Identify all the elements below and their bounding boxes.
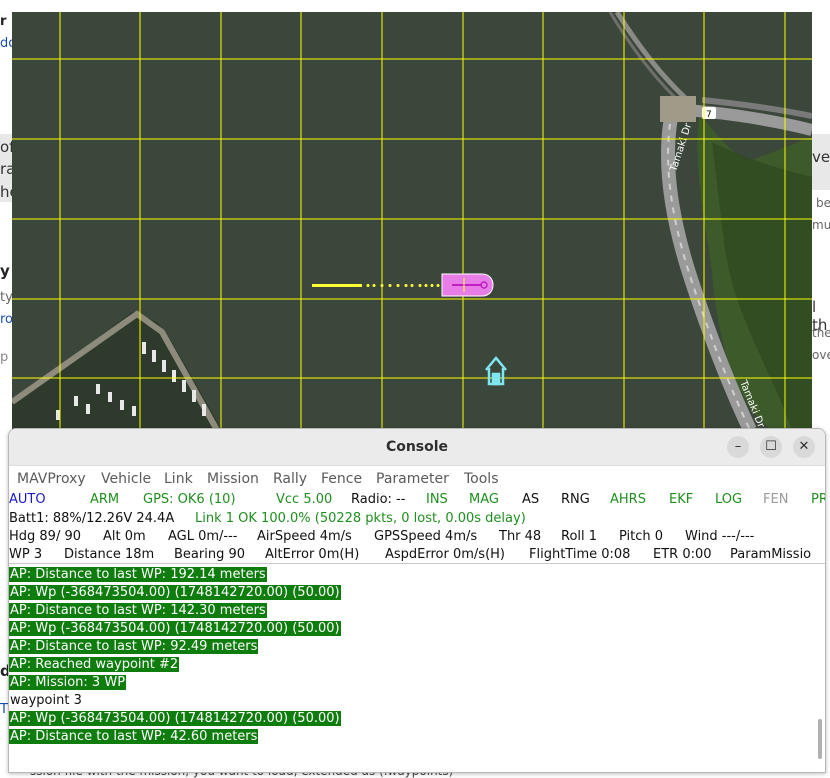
status-parammission: ParamMissio: [730, 547, 812, 562]
status-distance: Distance 18m: [64, 547, 155, 562]
status-alt: Alt 0m: [103, 529, 146, 544]
log-line-text: AP: Distance to last WP: 142.30 meters: [9, 603, 267, 618]
menu-rally[interactable]: Rally: [273, 471, 307, 487]
log-line: AP: Distance to last WP: 92.49 meters: [9, 638, 809, 656]
log-line-text: AP: Wp (-368473504.00) (1748142720.00) (…: [9, 585, 341, 600]
map-pier: [660, 96, 696, 122]
map-view[interactable]: 7 Tamaki Dr Tamaki Dr: [12, 12, 812, 430]
svg-text:7: 7: [706, 110, 712, 120]
status-ins: INS: [426, 492, 448, 507]
status-aspderror: AspdError 0m/s(H): [385, 547, 505, 562]
status-fen: FEN: [763, 492, 789, 507]
status-ahrs: AHRS: [610, 492, 646, 507]
bg-fragment: the: [812, 326, 830, 340]
bg-fragment: r: [0, 14, 7, 29]
menu-parameter[interactable]: Parameter: [376, 471, 449, 487]
bg-fragment: T: [0, 702, 8, 717]
log-line: AP: Distance to last WP: 142.30 meters: [9, 602, 809, 620]
console-titlebar[interactable]: Console – ☐ ✕: [9, 429, 825, 466]
status-pitch: Pitch 0: [619, 529, 664, 544]
log-line: AP: Mission: 3 WP: [9, 674, 809, 692]
status-gpsspeed: GPSSpeed 4m/s: [374, 529, 478, 544]
console-menubar: MAVProxy Vehicle Link Mission Rally Fenc…: [9, 466, 825, 492]
bg-fragment: vel: [812, 148, 830, 166]
maximize-button[interactable]: ☐: [760, 436, 782, 458]
log-line: AP: Distance to last WP: 192.14 meters: [9, 566, 809, 584]
console-log[interactable]: AP: Distance to last WP: 192.14 meters A…: [9, 566, 809, 746]
log-line: AP: Wp (-368473504.00) (1748142720.00) (…: [9, 710, 809, 728]
bg-fragment: y: [0, 262, 10, 280]
menu-link[interactable]: Link: [164, 471, 193, 487]
menu-vehicle[interactable]: Vehicle: [101, 471, 151, 487]
menu-mavproxy[interactable]: MAVProxy: [17, 471, 86, 487]
close-button[interactable]: ✕: [793, 436, 815, 458]
status-rng: RNG: [561, 492, 590, 507]
log-line-text: AP: Wp (-368473504.00) (1748142720.00) (…: [9, 711, 341, 726]
log-line-text: AP: Wp (-368473504.00) (1748142720.00) (…: [9, 621, 341, 636]
log-line: AP: Wp (-368473504.00) (1748142720.00) (…: [9, 584, 809, 602]
status-roll: Roll 1: [561, 529, 598, 544]
status-link: Link 1 OK 100.0% (50228 pkts, 0 lost, 0.…: [195, 511, 526, 526]
minimize-button[interactable]: –: [727, 436, 749, 458]
status-bearing: Bearing 90: [174, 547, 246, 562]
status-throttle: Thr 48: [499, 529, 542, 544]
log-line-text: AP: Distance to last WP: 92.49 meters: [9, 639, 259, 654]
status-airspeed: AirSpeed 4m/s: [257, 529, 352, 544]
status-vcc: Vcc 5.00: [276, 492, 333, 507]
log-line-text: waypoint 3: [10, 693, 82, 708]
log-line: waypoint 3: [9, 692, 809, 710]
status-ekf: EKF: [669, 492, 694, 507]
log-line-text: AP: Distance to last WP: 192.14 meters: [9, 567, 267, 582]
bg-fragment: ty: [0, 290, 13, 305]
map-canvas[interactable]: 7 Tamaki Dr Tamaki Dr: [12, 12, 812, 430]
status-heading: Hdg 89/ 90: [9, 529, 82, 544]
status-etr: ETR 0:00: [653, 547, 712, 562]
status-log: LOG: [715, 492, 743, 507]
bg-fragment: mu: [812, 218, 830, 232]
status-arm: ARM: [90, 492, 120, 507]
console-window[interactable]: Console – ☐ ✕ MAVProxy Vehicle Link Miss…: [8, 428, 826, 773]
menu-tools[interactable]: Tools: [464, 471, 499, 487]
bg-fragment: be: [816, 196, 830, 210]
log-line-text: AP: Distance to last WP: 42.60 meters: [9, 729, 259, 744]
status-alterror: AltError 0m(H): [265, 547, 360, 562]
bg-fragment: p: [0, 350, 9, 365]
menu-fence[interactable]: Fence: [321, 471, 362, 487]
status-flighttime: FlightTime 0:08: [529, 547, 631, 562]
log-scrollbar[interactable]: [818, 719, 822, 759]
bg-fragment: ove: [812, 348, 830, 362]
console-divider: [9, 563, 825, 564]
menu-mission[interactable]: Mission: [207, 471, 259, 487]
log-line: AP: Reached waypoint #2: [9, 656, 809, 674]
status-radio: Radio: --: [351, 492, 406, 507]
status-battery: Batt1: 88%/12.26V 24.4A: [9, 511, 175, 526]
status-wind: Wind ---/---: [685, 529, 755, 544]
log-line-text: AP: Reached waypoint #2: [9, 657, 180, 672]
console-title: Console: [385, 439, 449, 455]
vehicle-boat-icon[interactable]: [441, 273, 494, 297]
status-pre: PRE: [811, 492, 825, 507]
log-line-text: AP: Mission: 3 WP: [9, 675, 127, 690]
log-line: AP: Wp (-368473504.00) (1748142720.00) (…: [9, 620, 809, 638]
log-line: AP: Distance to last WP: 42.60 meters: [9, 728, 809, 746]
status-mode: AUTO: [9, 492, 46, 507]
status-as: AS: [522, 492, 540, 507]
status-gps: GPS: OK6 (10): [143, 492, 236, 507]
status-mag: MAG: [469, 492, 499, 507]
status-wp: WP 3: [9, 547, 43, 562]
status-agl: AGL 0m/---: [168, 529, 238, 544]
